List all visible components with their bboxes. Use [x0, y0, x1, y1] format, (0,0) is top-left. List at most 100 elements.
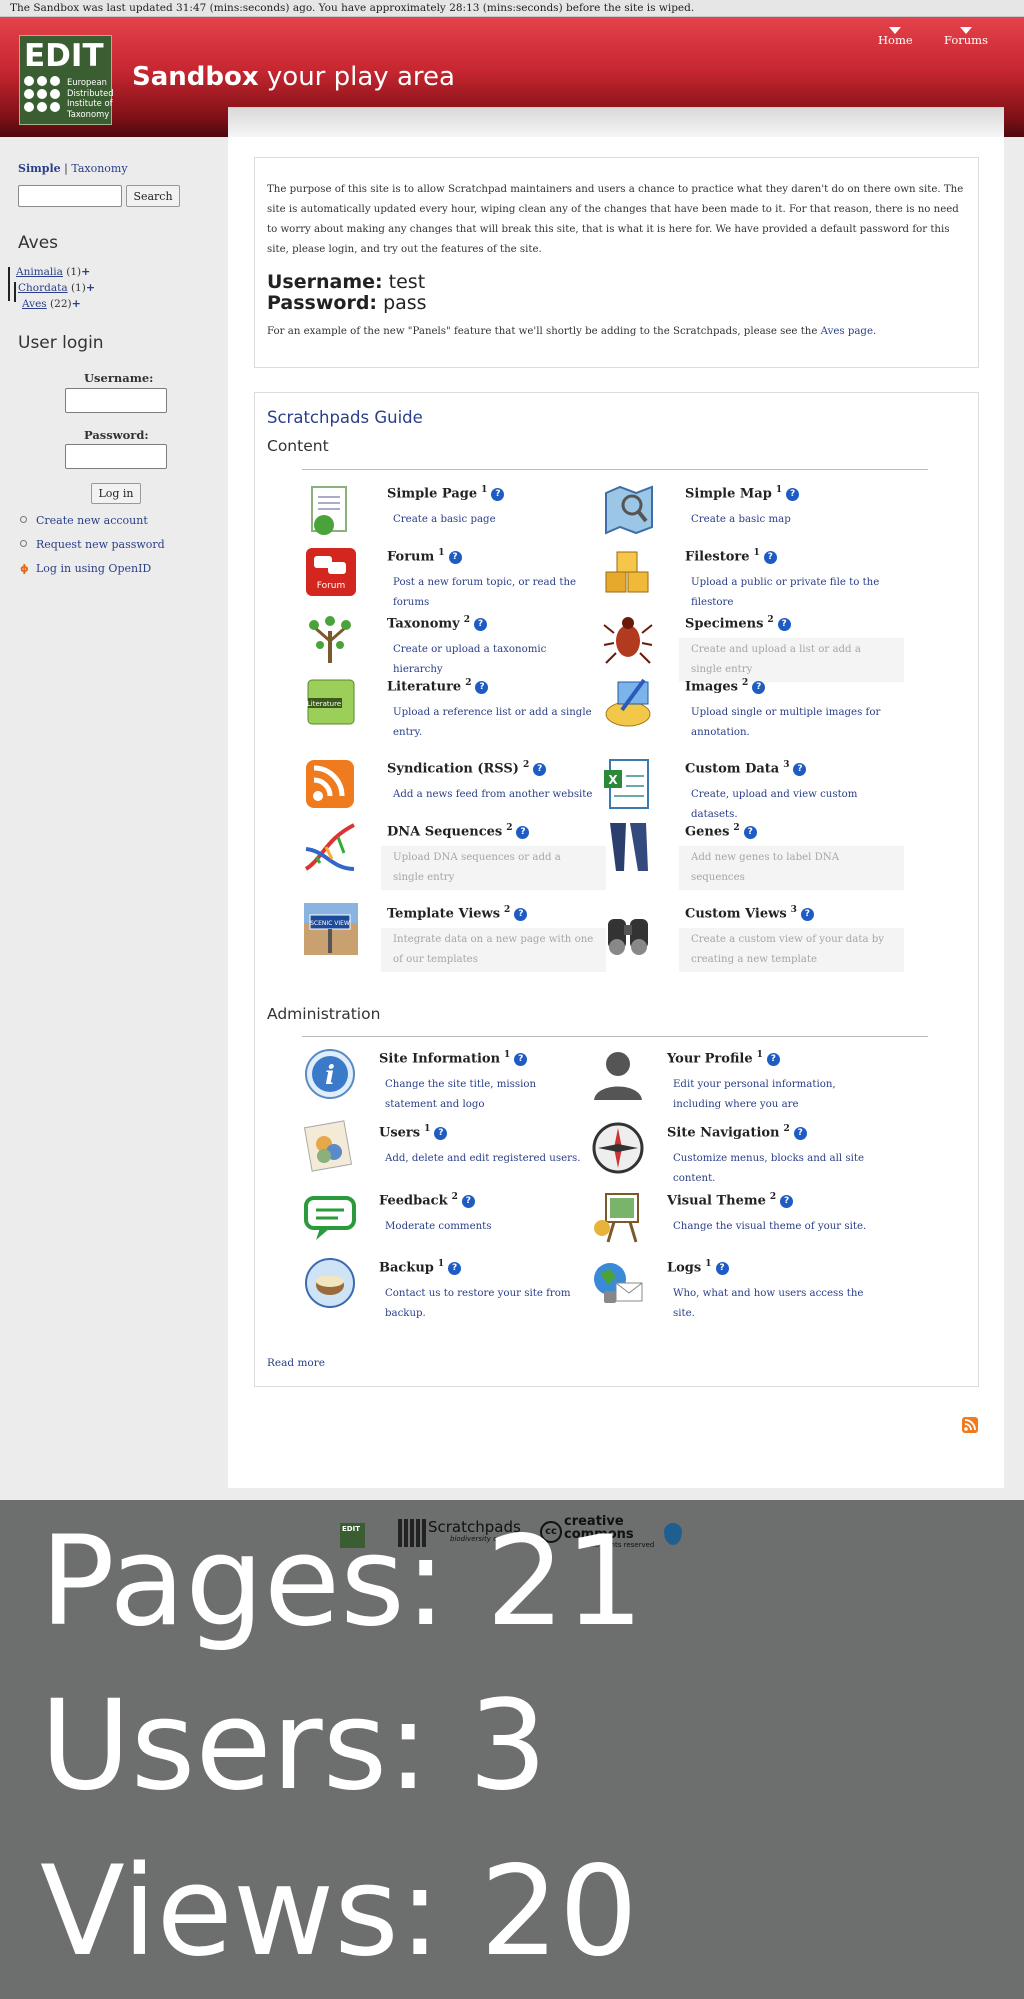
content-item-description[interactable]: Upload a public or private file to the f…	[679, 571, 904, 615]
help-icon[interactable]: ?	[448, 1262, 462, 1276]
content-item-description[interactable]: Create a basic map	[679, 508, 904, 532]
username-field[interactable]	[65, 388, 167, 413]
content-item-name[interactable]: Forum 1?	[387, 548, 462, 565]
help-icon[interactable]: ?	[763, 551, 777, 565]
help-icon[interactable]: ?	[780, 1195, 794, 1209]
content-item-label[interactable]: Literature	[387, 679, 461, 694]
request-password-link[interactable]: Request new password	[36, 538, 165, 551]
backup-icon[interactable]	[302, 1255, 360, 1311]
logs-icon[interactable]	[590, 1255, 648, 1311]
help-icon[interactable]: ?	[533, 763, 547, 777]
expand-plus-icon[interactable]: +	[81, 265, 90, 278]
help-icon[interactable]: ?	[800, 908, 814, 922]
admin-item-name[interactable]: Logs 1?	[667, 1259, 729, 1276]
template-views-icon[interactable]: SCENIC VIEW	[302, 901, 360, 957]
content-item-name[interactable]: Simple Page 1?	[387, 485, 505, 502]
admin-item-label[interactable]: Your Profile	[667, 1051, 753, 1066]
help-icon[interactable]: ?	[516, 826, 530, 840]
content-item-label[interactable]: Simple Page	[387, 486, 477, 501]
nav-home-link[interactable]: Home	[878, 27, 913, 47]
expand-plus-icon[interactable]: +	[72, 297, 81, 310]
literature-icon[interactable]: Literature	[302, 674, 360, 730]
admin-item-description[interactable]: Add, delete and edit registered users.	[373, 1147, 598, 1171]
site-info-icon[interactable]: i	[302, 1046, 360, 1102]
visual-theme-icon[interactable]	[590, 1188, 648, 1244]
content-item-name[interactable]: Template Views 2?	[387, 905, 528, 922]
admin-item-name[interactable]: Your Profile 1?	[667, 1050, 780, 1067]
content-item-name[interactable]: Images 2?	[685, 678, 766, 695]
content-item-name[interactable]: Literature 2?	[387, 678, 489, 695]
help-icon[interactable]: ?	[743, 826, 757, 840]
content-item-name[interactable]: DNA Sequences 2?	[387, 823, 530, 840]
filestore-icon[interactable]	[600, 544, 658, 600]
admin-item-description[interactable]: Edit your personal information, includin…	[661, 1073, 886, 1117]
search-button[interactable]: Search	[126, 185, 180, 207]
content-item-name[interactable]: Custom Data 3?	[685, 760, 807, 777]
site-navigation-icon[interactable]	[590, 1120, 648, 1176]
search-input[interactable]	[18, 185, 122, 207]
content-item-description[interactable]: Create or upload a taxonomic hierarchy	[381, 638, 606, 682]
tab-simple[interactable]: Simple	[18, 162, 61, 175]
content-item-label[interactable]: Taxonomy	[387, 616, 460, 631]
content-item-label[interactable]: Genes	[685, 824, 729, 839]
help-icon[interactable]: ?	[434, 1127, 448, 1141]
content-item-name[interactable]: Custom Views 3?	[685, 905, 814, 922]
admin-item-label[interactable]: Site Information	[379, 1051, 500, 1066]
expand-plus-icon[interactable]: +	[86, 281, 95, 294]
simple-page-icon[interactable]	[302, 481, 360, 537]
admin-item-description[interactable]: Who, what and how users access the site.	[661, 1282, 886, 1326]
admin-item-name[interactable]: Feedback 2?	[379, 1192, 475, 1209]
admin-item-name[interactable]: Backup 1?	[379, 1259, 462, 1276]
tree-link-aves[interactable]: Aves	[22, 298, 47, 310]
content-item-name[interactable]: Filestore 1?	[685, 548, 777, 565]
help-icon[interactable]: ?	[491, 488, 505, 502]
content-item-label[interactable]: Forum	[387, 549, 434, 564]
content-item-description[interactable]: Create a basic page	[381, 508, 606, 532]
dna-icon[interactable]	[302, 819, 360, 875]
admin-item-label[interactable]: Site Navigation	[667, 1125, 780, 1140]
admin-item-label[interactable]: Logs	[667, 1260, 701, 1275]
rss-feed-icon[interactable]	[962, 1417, 978, 1433]
admin-item-label[interactable]: Visual Theme	[667, 1193, 766, 1208]
content-item-label[interactable]: Simple Map	[685, 486, 772, 501]
content-item-label[interactable]: Images	[685, 679, 738, 694]
help-icon[interactable]: ?	[514, 908, 528, 922]
content-item-name[interactable]: Simple Map 1?	[685, 485, 800, 502]
content-item-description[interactable]: Post a new forum topic, or read the foru…	[381, 571, 606, 615]
custom-views-icon[interactable]	[600, 901, 658, 957]
content-item-label[interactable]: Custom Views	[685, 906, 787, 921]
tab-taxonomy[interactable]: Taxonomy	[71, 162, 127, 175]
content-item-description[interactable]: Create, upload and view custom datasets.	[679, 783, 904, 827]
help-icon[interactable]: ?	[448, 551, 462, 565]
content-item-name[interactable]: Syndication (RSS) 2?	[387, 760, 547, 777]
help-icon[interactable]: ?	[475, 681, 489, 695]
edit-logo[interactable]: EDIT European Distributed Institute of Taxo…	[19, 35, 114, 125]
help-icon[interactable]: ?	[514, 1053, 528, 1067]
guide-title[interactable]: Scratchpads Guide	[267, 408, 423, 427]
admin-item-description[interactable]: Moderate comments	[373, 1215, 598, 1239]
help-icon[interactable]: ?	[777, 618, 791, 632]
admin-item-description[interactable]: Contact us to restore your site from bac…	[373, 1282, 598, 1326]
help-icon[interactable]: ?	[793, 763, 807, 777]
users-icon[interactable]	[302, 1120, 360, 1176]
content-item-label[interactable]: Specimens	[685, 616, 763, 631]
forum-icon[interactable]: Forum	[302, 544, 360, 600]
content-item-name[interactable]: Specimens 2?	[685, 615, 791, 632]
help-icon[interactable]: ?	[786, 488, 800, 502]
nav-forums-link[interactable]: Forums	[944, 27, 988, 47]
tree-link-animalia[interactable]: Animalia	[16, 266, 63, 278]
profile-icon[interactable]	[590, 1046, 648, 1102]
admin-item-label[interactable]: Backup	[379, 1260, 434, 1275]
content-item-label[interactable]: Custom Data	[685, 761, 779, 776]
genes-icon[interactable]	[600, 819, 658, 875]
specimens-icon[interactable]	[600, 611, 658, 667]
custom-data-icon[interactable]: X	[600, 756, 658, 812]
admin-item-description[interactable]: Change the visual theme of your site.	[661, 1215, 886, 1239]
admin-item-name[interactable]: Site Navigation 2?	[667, 1124, 807, 1141]
help-icon[interactable]: ?	[473, 618, 487, 632]
content-item-label[interactable]: Filestore	[685, 549, 750, 564]
login-button[interactable]: Log in	[91, 483, 141, 504]
admin-item-name[interactable]: Visual Theme 2?	[667, 1192, 794, 1209]
create-account-link[interactable]: Create new account	[36, 514, 148, 527]
openid-login-link[interactable]: Log in using OpenID	[36, 562, 151, 575]
